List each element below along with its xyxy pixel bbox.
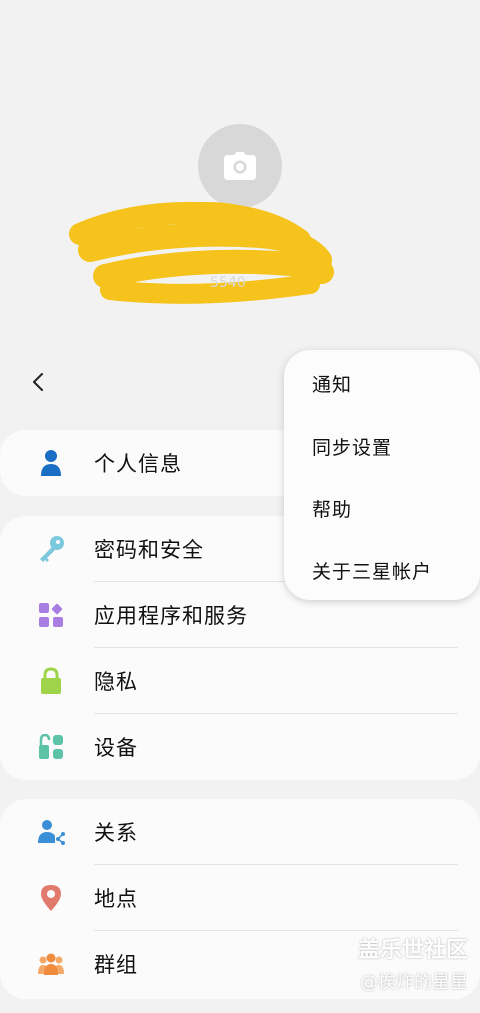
list-item-label: 隐私 (94, 670, 138, 694)
lock-icon (34, 664, 68, 698)
menu-item-sync-settings[interactable]: 同步设置 (312, 433, 392, 460)
back-arrow-icon (33, 373, 43, 391)
back-button[interactable] (22, 366, 54, 398)
list-item-label: 密码和安全 (94, 538, 204, 562)
watermark-title: 盖乐世社区 (357, 938, 468, 963)
menu-item-about-account[interactable]: 关于三星帐户 (312, 557, 432, 584)
menu-item-help[interactable]: 帮助 (312, 495, 352, 522)
list-item-label: 个人信息 (94, 452, 182, 476)
list-item-places[interactable]: 地点 (0, 865, 480, 931)
list-item-devices[interactable]: 设备 (0, 714, 480, 780)
apps-icon (34, 598, 68, 632)
overflow-menu: 通知 同步设置 帮助 关于三星帐户 (284, 350, 480, 600)
menu-item-notifications[interactable]: 通知 (312, 370, 352, 397)
list-item-privacy[interactable]: 隐私 (0, 648, 480, 714)
relationship-icon (34, 815, 68, 849)
devices-icon (34, 730, 68, 764)
camera-icon (224, 152, 256, 180)
key-icon (34, 532, 68, 566)
list-item-label: 关系 (94, 821, 138, 845)
watermark-author: @挨炸的星星 (360, 972, 468, 993)
group-icon (34, 947, 68, 981)
list-item-label: 应用程序和服务 (94, 604, 248, 628)
redaction-scribble: 5540 (69, 201, 334, 304)
svg-text:5540: 5540 (210, 275, 246, 291)
location-pin-icon (34, 881, 68, 915)
person-icon (34, 446, 68, 480)
list-item-label: 设备 (94, 736, 138, 760)
list-item-relationship[interactable]: 关系 (0, 799, 480, 865)
list-item-label: 地点 (94, 887, 138, 911)
profile-header: 5540 (0, 0, 480, 340)
list-item-label: 群组 (94, 953, 138, 977)
